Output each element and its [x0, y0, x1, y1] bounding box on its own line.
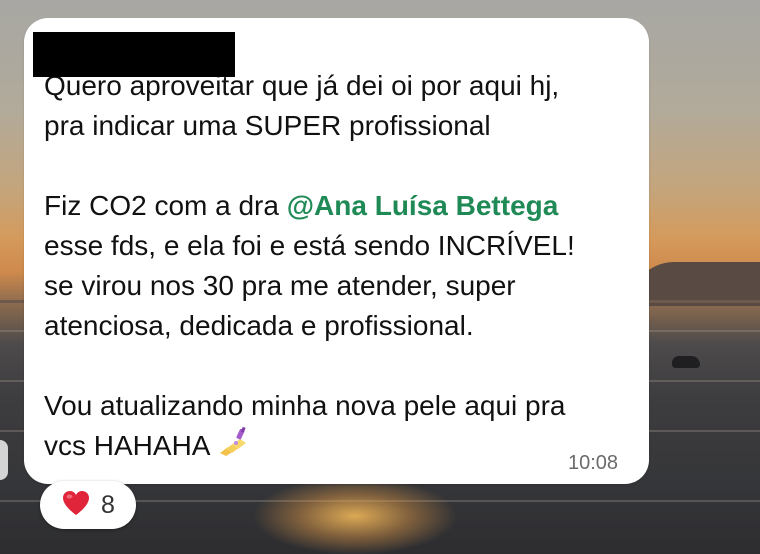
message-line: Vou atualizando minha nova pele aqui pra — [44, 390, 566, 421]
message-line: esse fds, e ela foi e está sendo INCRÍVE… — [44, 230, 575, 261]
sun-reflection — [255, 478, 455, 554]
nail-polish-emoji — [216, 426, 252, 457]
message-line: se virou nos 30 pra me atender, super — [44, 270, 516, 301]
previous-bubble-edge — [0, 440, 8, 480]
message-timestamp: 10:08 — [568, 452, 619, 474]
swimmer-silhouette — [672, 356, 700, 368]
redacted-sender-name — [33, 32, 235, 77]
reaction-pill[interactable]: 8 — [40, 481, 136, 529]
heart-icon — [61, 489, 91, 522]
message-line: Fiz CO2 com a dra @Ana Luísa Bettega — [44, 186, 644, 226]
mention-link[interactable]: @Ana Luísa Bettega — [287, 190, 559, 221]
message-text: Quero aproveitar que já dei oi por aqui … — [44, 66, 644, 466]
message-line: pra indicar uma SUPER profissional — [44, 110, 491, 141]
message-line: atenciosa, dedicada e profissional. — [44, 310, 474, 341]
message-line-text: Fiz CO2 com a dra — [44, 190, 287, 221]
reaction-count: 8 — [101, 490, 115, 519]
message-line-text: vcs HAHAHA — [44, 430, 211, 461]
message-line: vcs HAHAHA — [44, 426, 644, 466]
